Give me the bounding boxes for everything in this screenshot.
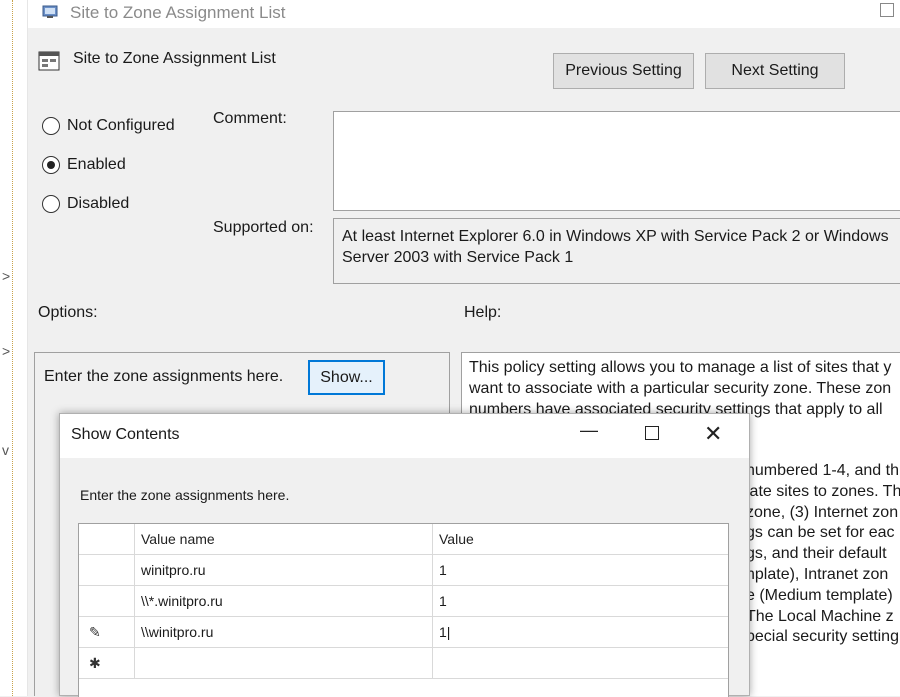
help-line: The Local Machine z [746,607,894,625]
window-titlebar: Site to Zone Assignment List [28,0,900,28]
not-configured-radio[interactable]: Not Configured [42,117,175,135]
help-text: This policy setting allows you to manage… [469,357,900,420]
help-line: pecial security setting [746,628,899,646]
tree-guide-line [12,0,13,696]
comment-label: Comment: [213,110,287,127]
edit-pencil-icon[interactable]: ✎ [79,617,135,647]
minimize-icon[interactable]: — [580,420,598,441]
column-header-value[interactable]: Value [433,524,728,554]
tree-expand-chevron-icon[interactable]: > [2,343,10,359]
grid-header-row: Value name Value [79,524,728,555]
show-contents-title: Show Contents [71,426,180,443]
help-line: gs, and their default [746,545,887,563]
radio-label: Disabled [67,195,130,212]
grid-new-row[interactable]: ✱ [79,648,728,679]
show-contents-dialog: Show Contents — ✕ Enter the zone assignm… [59,413,750,697]
maximize-icon[interactable] [645,426,659,440]
column-header-value-name[interactable]: Value name [135,524,433,554]
radio-circle[interactable] [42,117,60,135]
grid-row[interactable]: winitpro.ru 1 [79,555,728,586]
value-cell[interactable]: 1 [433,555,728,585]
help-line: want to associate with a particular secu… [469,380,892,397]
supported-on-field: At least Internet Explorer 6.0 in Window… [333,218,900,284]
value-name-cell[interactable]: \\*.winitpro.ru [135,586,433,616]
value-cell-editing[interactable]: 1| [433,617,728,647]
help-line: This policy setting allows you to manage… [469,359,892,376]
show-button[interactable]: Show... [308,360,385,395]
radio-circle[interactable] [42,195,60,213]
value-cell[interactable] [433,648,728,678]
show-contents-prompt: Enter the zone assignments here. [80,487,290,503]
next-setting-button[interactable]: Next Setting [705,53,845,89]
window-title: Site to Zone Assignment List [70,3,286,22]
comment-textarea[interactable] [333,111,900,211]
value-name-cell[interactable]: \\winitpro.ru [135,617,433,647]
previous-setting-button[interactable]: Previous Setting [553,53,694,89]
values-grid: Value name Value winitpro.ru 1 \\*.winit… [78,523,729,697]
supported-on-line: At least Internet Explorer 6.0 in Window… [342,228,889,245]
row-selector[interactable] [79,555,135,585]
enabled-radio[interactable]: Enabled [42,156,126,174]
tree-collapse-chevron-icon[interactable]: v [2,442,9,458]
supported-on-label: Supported on: [213,219,314,236]
new-row-asterisk-icon[interactable]: ✱ [79,648,135,678]
show-contents-titlebar: Show Contents — ✕ [60,414,749,458]
value-name-cell[interactable] [135,648,433,678]
grid-row-editing[interactable]: ✎ \\winitpro.ru 1| [79,617,728,648]
policy-setting-icon [38,51,60,71]
parent-tree-strip: > > v [0,0,28,696]
setting-name: Site to Zone Assignment List [73,50,276,67]
help-line: numbered 1-4, and th [746,462,899,479]
value-cell[interactable]: 1 [433,586,728,616]
disabled-radio[interactable]: Disabled [42,195,129,213]
row-selector-header[interactable] [79,524,135,554]
radio-label: Not Configured [67,117,175,134]
radio-label: Enabled [67,156,126,173]
help-line: e (Medium template) [746,586,893,604]
row-selector[interactable] [79,586,135,616]
tree-expand-chevron-icon[interactable]: > [2,268,10,284]
options-label: Options: [38,304,98,321]
close-icon[interactable]: ✕ [704,421,722,447]
help-line: nplate), Intranet zon [746,565,889,583]
policy-window-icon [42,5,58,18]
help-text-continued: numbered 1-4, and th iate sites to zones… [746,461,900,648]
value-name-cell[interactable]: winitpro.ru [135,555,433,585]
maximize-button[interactable] [880,3,894,17]
help-line: gs can be set for eac [746,524,895,542]
zone-assignments-prompt: Enter the zone assignments here. [44,368,284,385]
help-line: zone, (3) Internet zon [746,503,899,521]
help-line: iate sites to zones. Th [746,482,900,500]
help-label: Help: [464,304,502,321]
radio-circle-checked[interactable] [42,156,60,174]
supported-on-line: Server 2003 with Service Pack 1 [342,249,574,266]
grid-row[interactable]: \\*.winitpro.ru 1 [79,586,728,617]
